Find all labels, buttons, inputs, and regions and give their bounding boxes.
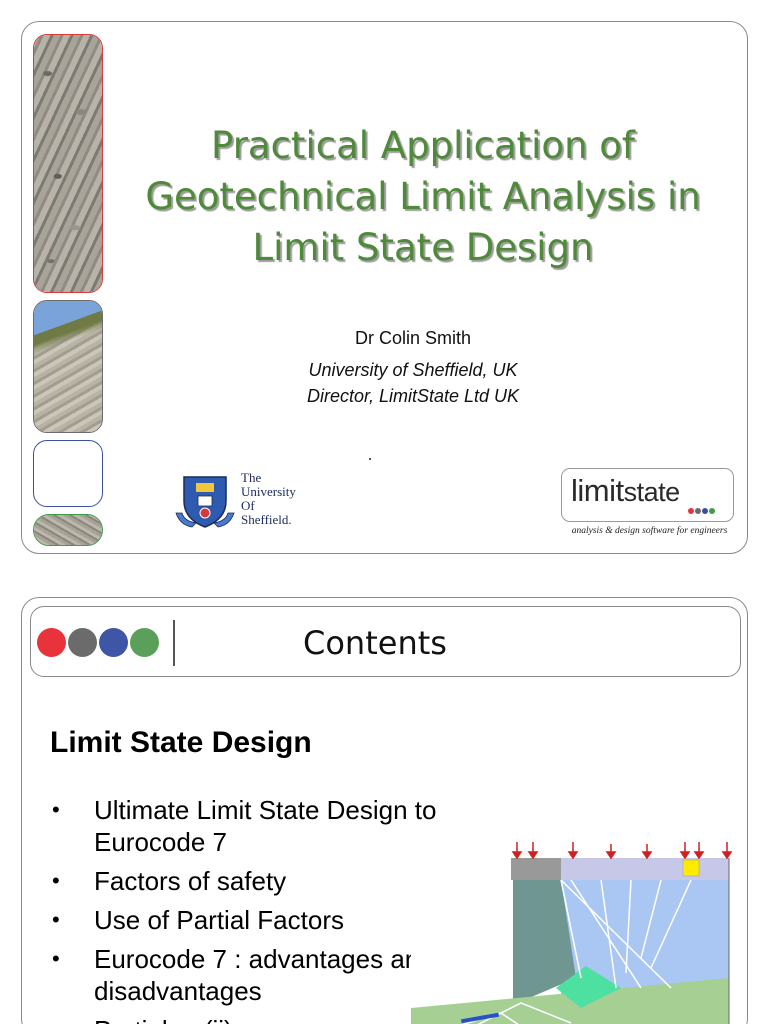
header-dot-blue [99,628,128,657]
university-name: The University Of Sheffield. [241,470,296,527]
header-dots [37,628,159,657]
bullet-list: Ultimate Limit State Design to Eurocode … [50,794,470,1024]
rock-face-photo [33,34,103,293]
title-slide: Practical Application of Geotechnical Li… [21,21,748,554]
header-dot-green [130,628,159,657]
slide-header: Contents [30,606,741,677]
header-dot-red [37,628,66,657]
bullet-item: Factors of safety [50,865,470,897]
slide-heading: Contents [303,624,447,662]
author-name: Dr Colin Smith [354,328,472,348]
stray-dot [369,458,371,460]
title-line-3: Limit State Design [252,226,594,269]
retaining-wall-failure-mechanism-diagram [411,842,733,1024]
affiliation-company: Director, LimitState Ltd UK [306,386,520,406]
header-dot-gray [68,628,97,657]
slide-title: Practical Application of Geotechnical Li… [122,120,724,273]
bullet-item: Use of Partial Factors [50,904,470,936]
university-crest-icon [175,476,235,528]
limitstate-tagline: analysis & design software for engineers [571,526,728,536]
title-line-2: Geotechnical Limit Analysis in [145,175,701,218]
dot-red [688,508,694,514]
gravel-photo [33,440,103,507]
section-title: Limit State Design [50,726,312,759]
affiliation-university: University of Sheffield, UK [308,360,518,380]
dot-green [709,508,715,514]
fine-gravel-photo [33,514,103,546]
university-logo: The University Of Sheffield. [174,469,324,533]
title-line-1: Practical Application of [211,124,635,167]
bullet-item: Ultimate Limit State Design to Eurocode … [50,794,470,858]
limitstate-logo: limitstate [561,468,734,522]
limitstate-dots [688,508,715,514]
limitstate-wordmark: limitstate [571,473,680,508]
slope-photo [33,300,103,433]
header-divider [173,620,175,666]
dot-gray [695,508,701,514]
bullet-item: Eurocode 7 : advantages and disadvantage… [50,943,470,1007]
contents-slide: Contents Limit State Design Ultimate Lim… [21,597,748,1024]
dot-blue [702,508,708,514]
bullet-item: Partial ... (ii) [50,1014,470,1024]
